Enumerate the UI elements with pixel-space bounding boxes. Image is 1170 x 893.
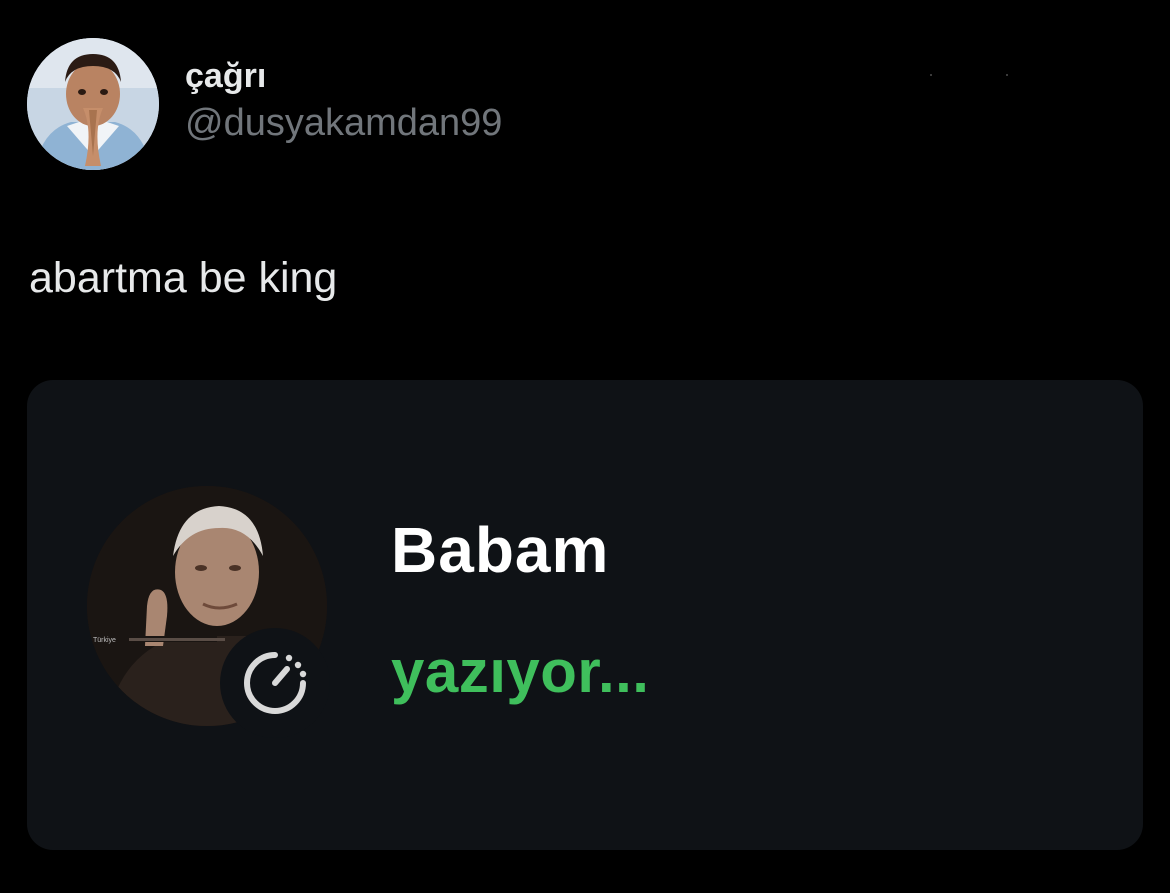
author-handle[interactable]: @dusyakamdan99 <box>185 100 502 146</box>
typing-status: yazıyor... <box>391 638 650 705</box>
faint-specks <box>930 64 1010 76</box>
author-names: çağrı @dusyakamdan99 <box>185 57 502 146</box>
disappearing-messages-timer-icon <box>244 652 307 714</box>
contact-name: Babam <box>391 514 610 586</box>
author-display-name[interactable]: çağrı <box>185 56 502 96</box>
tweet-media-card[interactable]: Türkiye Babam yazıyor... <box>27 380 1143 850</box>
author-avatar-image <box>27 38 159 170</box>
avatar-watermark: Türkiye <box>93 637 116 644</box>
tweet-header: çağrı @dusyakamdan99 <box>27 38 502 170</box>
tweet-text: abartma be king <box>29 254 338 302</box>
author-avatar[interactable] <box>27 38 159 170</box>
timer-badge <box>220 628 330 738</box>
